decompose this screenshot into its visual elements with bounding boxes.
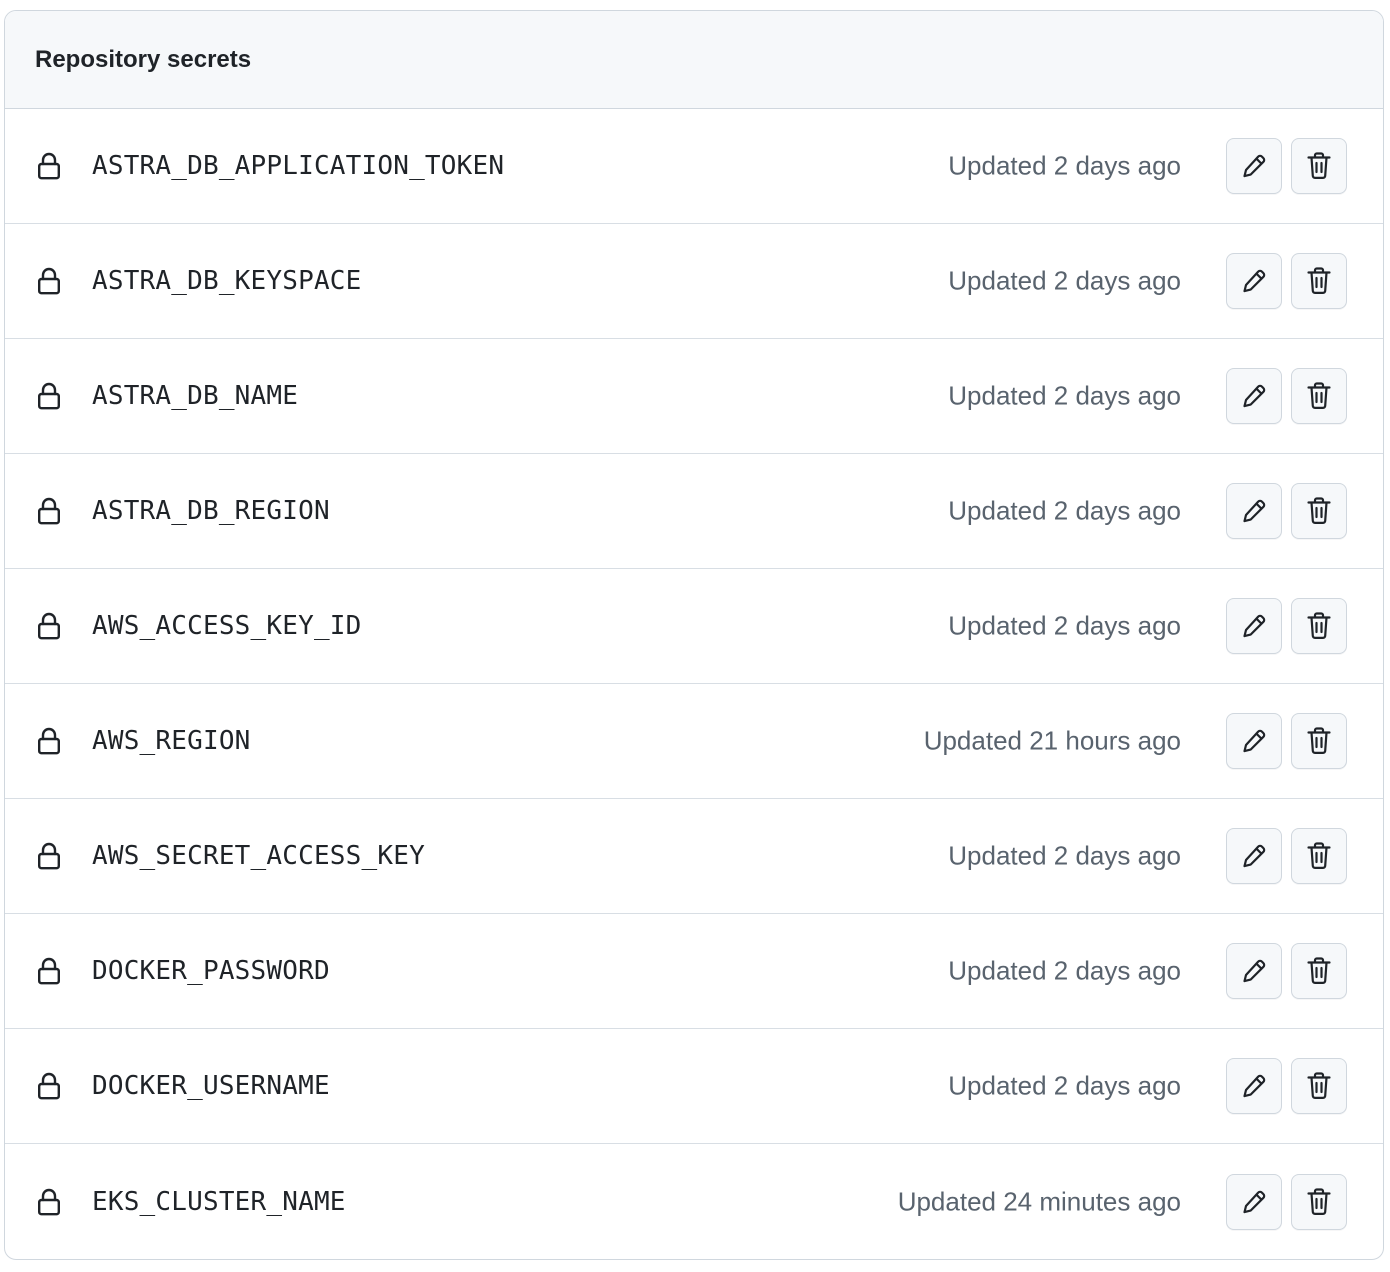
trash-icon xyxy=(1306,382,1332,410)
trash-icon xyxy=(1306,1187,1332,1216)
delete-secret-button[interactable] xyxy=(1291,138,1347,194)
secret-updated-time: Updated 2 days ago xyxy=(948,610,1181,641)
secret-name: AWS_REGION xyxy=(92,726,251,756)
trash-icon xyxy=(1306,612,1332,640)
pencil-icon xyxy=(1241,1189,1267,1215)
edit-secret-button[interactable] xyxy=(1226,943,1282,999)
lock-icon xyxy=(37,842,61,870)
trash-icon xyxy=(1306,267,1332,295)
secret-row: ASTRA_DB_REGION Updated 2 days ago xyxy=(5,454,1383,569)
lock-icon xyxy=(37,1188,61,1216)
pencil-icon xyxy=(1241,498,1267,524)
lock-icon xyxy=(37,152,61,180)
pencil-icon xyxy=(1241,958,1267,984)
repository-secrets-box: Repository secrets ASTRA_DB_APPLICATION_… xyxy=(4,10,1384,1260)
secret-row: AWS_SECRET_ACCESS_KEY Updated 2 days ago xyxy=(5,799,1383,914)
delete-secret-button[interactable] xyxy=(1291,1173,1347,1230)
lock-icon xyxy=(37,382,61,410)
edit-secret-button[interactable] xyxy=(1226,1173,1282,1230)
delete-secret-button[interactable] xyxy=(1291,368,1347,424)
edit-secret-button[interactable] xyxy=(1226,713,1282,769)
secret-name: AWS_SECRET_ACCESS_KEY xyxy=(92,841,425,871)
secret-row: ASTRA_DB_KEYSPACE Updated 2 days ago xyxy=(5,224,1383,339)
pencil-icon xyxy=(1241,153,1267,179)
secret-name: DOCKER_PASSWORD xyxy=(92,956,330,986)
delete-secret-button[interactable] xyxy=(1291,483,1347,539)
pencil-icon xyxy=(1241,1073,1267,1099)
pencil-icon xyxy=(1241,728,1267,754)
secret-updated-time: Updated 24 minutes ago xyxy=(897,1186,1181,1216)
pencil-icon xyxy=(1241,613,1267,639)
delete-secret-button[interactable] xyxy=(1291,253,1347,309)
delete-secret-button[interactable] xyxy=(1291,1058,1347,1114)
edit-secret-button[interactable] xyxy=(1226,598,1282,654)
lock-icon xyxy=(37,727,61,755)
secret-name: ASTRA_DB_REGION xyxy=(92,496,330,526)
secret-row: AWS_REGION Updated 21 hours ago xyxy=(5,684,1383,799)
secret-row: EKS_CLUSTER_NAME Updated 24 minutes ago xyxy=(5,1144,1383,1259)
secret-row: DOCKER_USERNAME Updated 2 days ago xyxy=(5,1029,1383,1144)
secret-updated-time: Updated 2 days ago xyxy=(948,495,1181,526)
secret-updated-time: Updated 2 days ago xyxy=(948,265,1181,296)
secret-updated-time: Updated 2 days ago xyxy=(948,1070,1181,1101)
delete-secret-button[interactable] xyxy=(1291,713,1347,769)
secret-name: DOCKER_USERNAME xyxy=(92,1071,330,1101)
edit-secret-button[interactable] xyxy=(1226,368,1282,424)
lock-icon xyxy=(37,957,61,985)
pencil-icon xyxy=(1241,268,1267,294)
secret-updated-time: Updated 2 days ago xyxy=(948,380,1181,411)
edit-secret-button[interactable] xyxy=(1226,483,1282,539)
edit-secret-button[interactable] xyxy=(1226,1058,1282,1114)
pencil-icon xyxy=(1241,383,1267,409)
secret-row: ASTRA_DB_APPLICATION_TOKEN Updated 2 day… xyxy=(5,109,1383,224)
delete-secret-button[interactable] xyxy=(1291,828,1347,884)
delete-secret-button[interactable] xyxy=(1291,943,1347,999)
trash-icon xyxy=(1306,497,1332,525)
secret-updated-time: Updated 2 days ago xyxy=(948,150,1181,181)
lock-icon xyxy=(37,267,61,295)
lock-icon xyxy=(37,1072,61,1100)
edit-secret-button[interactable] xyxy=(1226,253,1282,309)
delete-secret-button[interactable] xyxy=(1291,598,1347,654)
box-header: Repository secrets xyxy=(5,11,1383,109)
trash-icon xyxy=(1306,842,1332,870)
secret-name: AWS_ACCESS_KEY_ID xyxy=(92,611,362,641)
secret-updated-time: Updated 2 days ago xyxy=(948,955,1181,986)
secret-row: AWS_ACCESS_KEY_ID Updated 2 days ago xyxy=(5,569,1383,684)
trash-icon xyxy=(1306,1072,1332,1100)
lock-icon xyxy=(37,612,61,640)
secret-name: ASTRA_DB_KEYSPACE xyxy=(92,266,362,296)
secret-row: DOCKER_PASSWORD Updated 2 days ago xyxy=(5,914,1383,1029)
trash-icon xyxy=(1306,152,1332,180)
edit-secret-button[interactable] xyxy=(1226,828,1282,884)
secret-name: ASTRA_DB_APPLICATION_TOKEN xyxy=(92,151,505,181)
secret-updated-time: Updated 21 hours ago xyxy=(923,725,1181,756)
edit-secret-button[interactable] xyxy=(1226,138,1282,194)
section-title: Repository secrets xyxy=(35,45,252,73)
pencil-icon xyxy=(1241,843,1267,869)
lock-icon xyxy=(37,497,61,525)
secrets-list: ASTRA_DB_APPLICATION_TOKEN Updated 2 day… xyxy=(5,109,1383,1259)
trash-icon xyxy=(1306,727,1332,755)
trash-icon xyxy=(1306,957,1332,985)
secret-row: ASTRA_DB_NAME Updated 2 days ago xyxy=(5,339,1383,454)
secret-updated-time: Updated 2 days ago xyxy=(948,840,1181,871)
secret-name: EKS_CLUSTER_NAME xyxy=(92,1186,346,1217)
secret-name: ASTRA_DB_NAME xyxy=(92,381,299,411)
